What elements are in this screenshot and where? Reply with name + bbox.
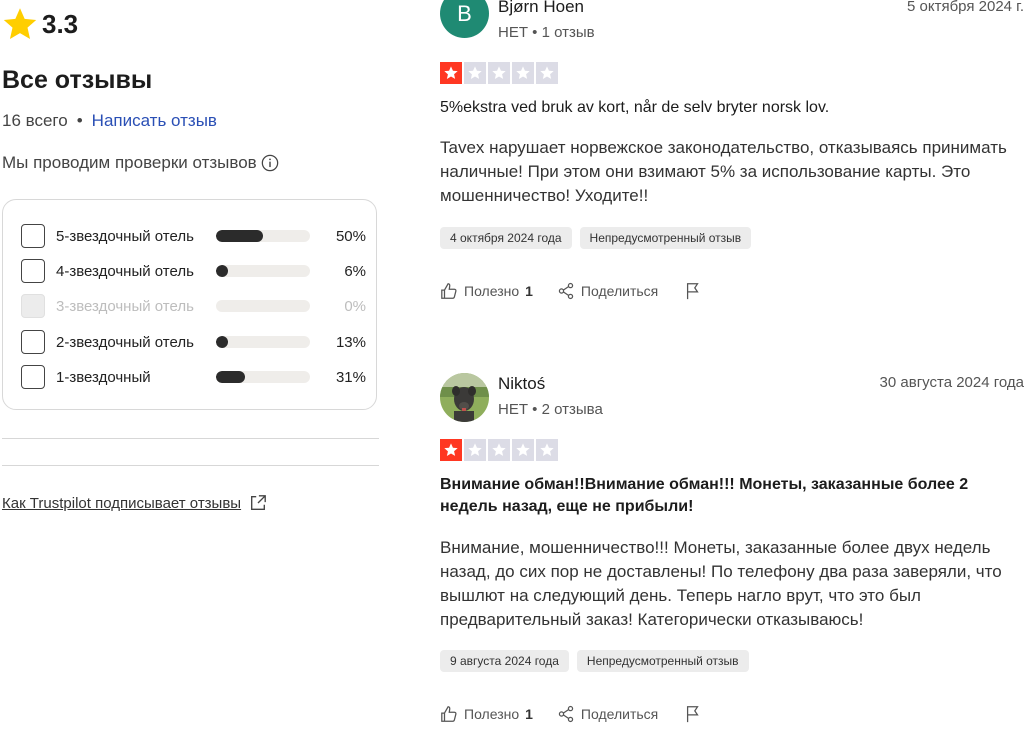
filter-label: 4-звездочный отель <box>56 262 194 280</box>
review-actions: Полезно 1 Поделиться <box>440 705 702 723</box>
filter-label: 2-звездочный отель <box>56 333 194 351</box>
filter-checkbox[interactable] <box>21 330 45 354</box>
total-line: 16 всего • Написать отзыв <box>2 111 217 131</box>
star-icon <box>488 439 510 461</box>
filter-bar <box>216 371 310 383</box>
author-name[interactable]: Niktoś <box>498 374 545 394</box>
filter-row-2-star[interactable]: 2-звездочный отель 13% <box>21 329 366 355</box>
separator-dot: • <box>76 111 83 130</box>
filter-row-1-star[interactable]: 1-звездочный 31% <box>21 364 366 390</box>
filter-label: 5-звездочный отель <box>56 227 194 245</box>
report-button[interactable] <box>684 705 702 723</box>
filter-row-4-star[interactable]: 4-звездочный отель 6% <box>21 258 366 284</box>
thumbs-up-icon <box>441 706 457 722</box>
filter-label: 3-звездочный отель <box>56 297 194 315</box>
filter-row-3-star: 3-звездочный отель 0% <box>21 293 366 319</box>
filter-bar <box>216 300 310 312</box>
star-rating <box>440 439 558 461</box>
trustpilot-info-link[interactable]: Как Trustpilot подписывает отзывы <box>2 494 267 512</box>
rating-value: 3.3 <box>42 8 79 39</box>
filter-percent: 31% <box>335 368 366 386</box>
total-count: 16 всего <box>2 111 68 130</box>
review-tags: 9 августа 2024 года Непредусмотренный от… <box>440 650 749 672</box>
star-icon <box>464 439 486 461</box>
review-date: 30 августа 2024 года <box>879 374 1024 391</box>
flag-icon <box>687 706 699 723</box>
info-icon[interactable] <box>261 154 279 172</box>
filter-checkbox[interactable] <box>21 365 45 389</box>
share-label: Поделиться <box>580 706 659 722</box>
filter-bar <box>216 336 310 348</box>
star-icon <box>3 8 37 39</box>
review-type-tag[interactable]: Непредусмотренный отзыв <box>576 650 749 672</box>
helpful-button[interactable]: Полезно 1 <box>440 705 533 723</box>
filter-percent: 0% <box>344 297 366 315</box>
filter-percent: 6% <box>344 262 366 280</box>
filter-percent: 13% <box>335 333 366 351</box>
filter-bar-fill <box>216 336 229 348</box>
divider <box>2 438 379 439</box>
all-reviews-heading: Все отзывы <box>2 66 153 94</box>
share-button[interactable]: Поделиться <box>557 705 658 723</box>
filter-row-5-star[interactable]: 5-звездочный отель 50% <box>21 223 366 249</box>
review-title[interactable]: Внимание обман!!Внимание обман!!! Монеты… <box>440 474 1024 518</box>
verification-notice: Мы проводим проверки отзывов <box>2 153 279 173</box>
star-icon <box>440 439 462 461</box>
divider <box>2 465 379 466</box>
star-icon <box>512 439 534 461</box>
star-filter-panel: 5-звездочный отель 50% 4-звездочный отел… <box>2 199 377 410</box>
verification-text: Мы проводим проверки отзывов <box>2 153 257 172</box>
filter-checkbox[interactable] <box>21 259 45 283</box>
filter-checkbox[interactable] <box>21 224 45 248</box>
star-icon <box>536 439 558 461</box>
filter-checkbox <box>21 294 45 318</box>
helpful-count: 1 <box>525 706 533 722</box>
write-review-link[interactable]: Написать отзыв <box>92 111 217 131</box>
overall-rating: 3.3 <box>2 6 78 42</box>
filter-bar-fill <box>216 265 229 277</box>
filter-bar-fill <box>216 371 246 383</box>
filter-bar-fill <box>216 230 263 242</box>
filter-bar <box>216 230 310 242</box>
filter-label: 1-звездочный <box>56 368 151 386</box>
review-body: Внимание, мошенничество!!! Монеты, заказ… <box>440 538 1002 629</box>
filter-percent: 50% <box>335 227 366 245</box>
experience-date-tag: 9 августа 2024 года <box>440 650 569 672</box>
review-card: Niktoś НЕТ • 2 отзыва 30 августа 2024 го… <box>440 0 1024 729</box>
filter-bar <box>216 265 310 277</box>
dog-photo-icon <box>440 373 489 422</box>
helpful-label: Полезно <box>464 706 520 722</box>
external-link-icon <box>251 495 266 510</box>
share-icon <box>558 705 574 723</box>
author-meta: НЕТ • 2 отзыва <box>498 401 603 418</box>
avatar[interactable] <box>440 373 489 422</box>
trust-link-text: Как Trustpilot подписывает отзывы <box>2 494 242 512</box>
